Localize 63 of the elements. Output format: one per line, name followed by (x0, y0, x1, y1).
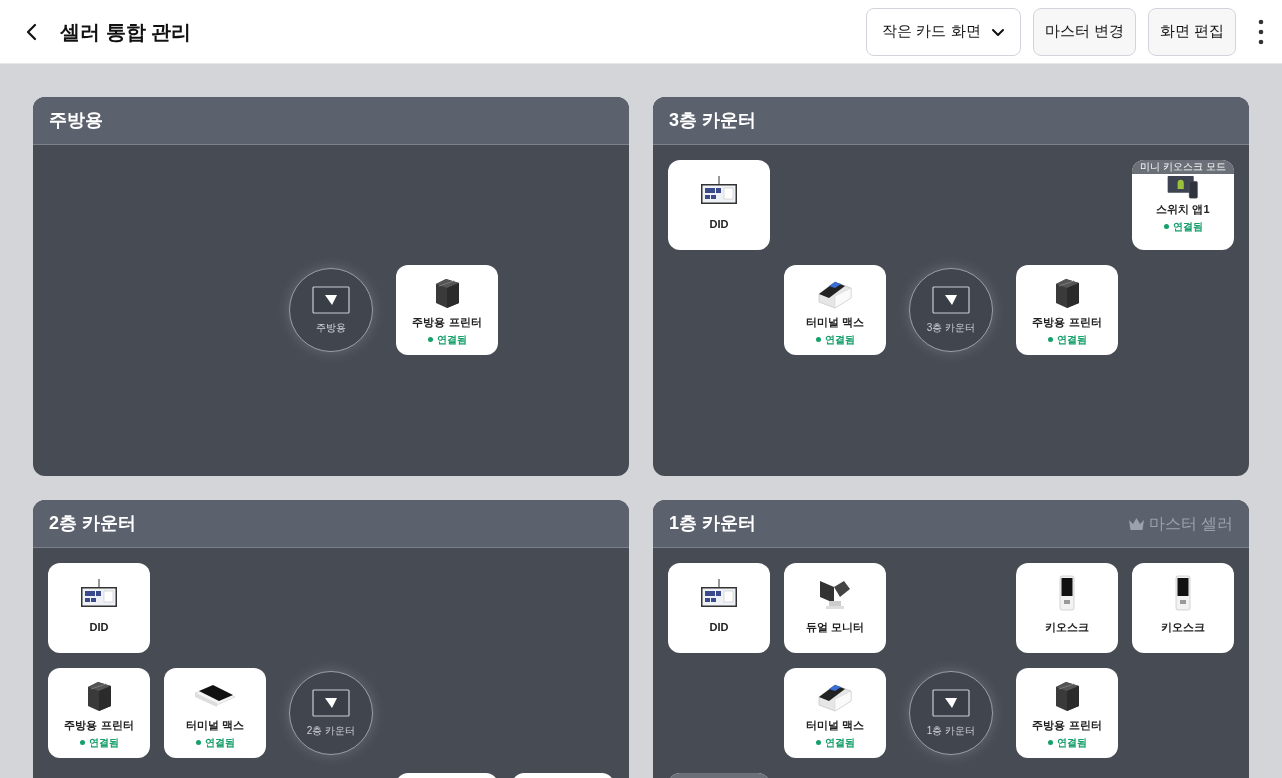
device-name: 터미널 맥스 (805, 315, 865, 330)
hub-label: 2층 카운터 (306, 723, 356, 738)
device-card[interactable]: DID (668, 563, 770, 653)
status-label: 연결됨 (436, 332, 467, 347)
more-icon[interactable] (1258, 18, 1264, 45)
device-name: 터미널 맥스 (185, 718, 245, 733)
device-card[interactable]: 주방용 프린터 연결됨 (396, 265, 498, 355)
panel-title: 주방용 (49, 109, 103, 132)
panel-title: 2층 카운터 (49, 512, 136, 535)
device-card[interactable]: 주방용 프린터 연결됨 (48, 668, 150, 758)
seller-hub[interactable]: 1층 카운터 (909, 671, 993, 755)
hub-label: 3층 카운터 (926, 320, 976, 335)
status-label: 연결됨 (1056, 332, 1087, 347)
device-name: 키오스크 (1161, 620, 1205, 635)
panel-title: 1층 카운터 (669, 512, 756, 535)
device-name: 주방용 프린터 (64, 718, 134, 733)
device-card[interactable]: 키오스크 (1132, 563, 1234, 653)
status-label: 연결됨 (204, 735, 235, 750)
device-name: 주방용 프린터 (1032, 718, 1102, 733)
device-name: DID (709, 217, 729, 232)
device-card[interactable]: DID (48, 563, 150, 653)
device-name: DID (709, 620, 729, 635)
kiosk-icon (1057, 575, 1077, 611)
seller-hub[interactable]: 3층 카운터 (909, 268, 993, 352)
device-name: 주방용 프린터 (412, 315, 482, 330)
tablet-icon (312, 688, 350, 717)
tablet-phone-icon (1166, 176, 1200, 199)
device-card[interactable]: 터미널 맥스 연결됨 (784, 265, 886, 355)
seller-hub[interactable]: 주방용 (289, 268, 373, 352)
device-name: 주방용 프린터 (1032, 315, 1102, 330)
master-seller-label: 마스터 셀러 (1148, 513, 1233, 534)
header-button[interactable]: 마스터 변경 (1032, 7, 1136, 56)
status-label: 연결됨 (1056, 735, 1087, 750)
view-dropdown[interactable]: 작은 카드 화면 (866, 7, 1021, 56)
header-button[interactable]: 화면 편집 (1147, 7, 1236, 56)
device-name: DID (89, 620, 109, 635)
crown-icon (1127, 517, 1145, 530)
hub-label: 주방용 (316, 320, 346, 335)
device-name: 듀얼 모니터 (805, 620, 865, 635)
device-name: 스위치 앱1 (1156, 202, 1210, 217)
device-name: 터미널 맥스 (805, 718, 865, 733)
hub-label: 1층 카운터 (926, 723, 976, 738)
tablet-icon (932, 688, 970, 717)
mode-badge: 미니 키오스크 모드 (1132, 160, 1234, 174)
device-card[interactable]: 주방용 프린터 연결됨 (1016, 668, 1118, 758)
device-card[interactable]: 터미널 맥스 연결됨 (164, 668, 266, 758)
device-card[interactable]: 주방용 프린터 연결됨 (1016, 265, 1118, 355)
device-card[interactable]: 미니 키오스크 모드 스위치 앱1 연결됨 (1132, 160, 1234, 250)
tablet-icon (312, 285, 350, 314)
status-label: 연결됨 (1172, 219, 1203, 234)
device-card[interactable]: 터미널 맥스 연결됨 (784, 668, 886, 758)
device-card[interactable]: 듀얼 모니터 (784, 563, 886, 653)
device-card[interactable]: DID (668, 160, 770, 250)
tablet-icon (932, 285, 970, 314)
device-card[interactable]: 키오스크 (1016, 563, 1118, 653)
status-label: 연결됨 (824, 735, 855, 750)
seller-hub[interactable]: 2층 카운터 (289, 671, 373, 755)
status-label: 연결됨 (88, 735, 119, 750)
kiosk-icon (1173, 575, 1193, 611)
page-title: 셀러 통합 관리 (60, 19, 192, 45)
device-name: 키오스크 (1045, 620, 1089, 635)
status-label: 연결됨 (824, 332, 855, 347)
panel-title: 3층 카운터 (669, 109, 756, 132)
